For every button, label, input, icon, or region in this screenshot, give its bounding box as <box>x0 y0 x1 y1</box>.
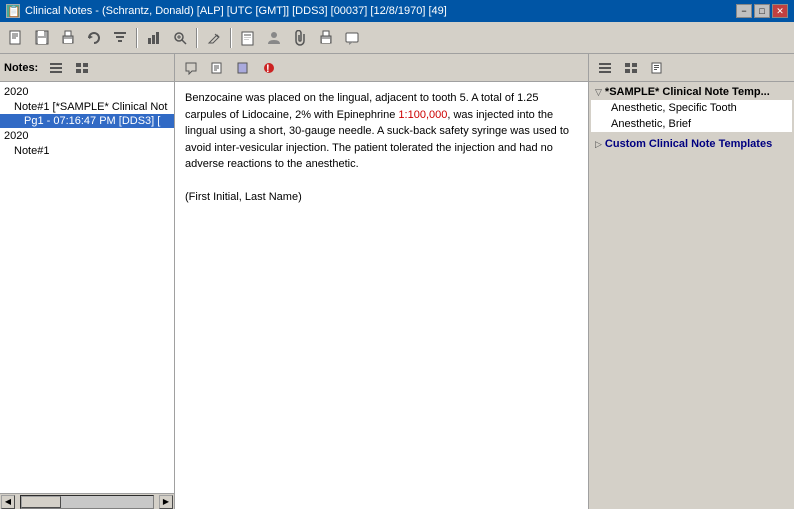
right-toolbar <box>589 54 794 82</box>
left-panel: Notes: 2020 Note#1 [*SAMPLE* Clinical No… <box>0 54 175 509</box>
mid-btn1[interactable] <box>179 56 203 80</box>
toolbar-sep2 <box>196 28 198 48</box>
scrollbar-thumb[interactable] <box>21 496 61 508</box>
titlebar-controls: − □ ✕ <box>736 4 788 18</box>
left-view-btn2[interactable] <box>70 56 94 80</box>
chart-button[interactable] <box>142 26 166 50</box>
mid-btn2[interactable] <box>205 56 229 80</box>
notes-tree: 2020 Note#1 [*SAMPLE* Clinical Not Pg1 -… <box>0 82 174 160</box>
note1-plain[interactable]: Note#1 <box>0 144 174 158</box>
mid-btn4[interactable]: ! <box>257 56 281 80</box>
custom-templates-header[interactable]: ▷ Custom Clinical Note Templates <box>591 136 792 152</box>
left-scrollbar: ◀ ▶ <box>0 493 174 509</box>
year-2020-first[interactable]: 2020 <box>0 84 174 100</box>
scrollbar-track[interactable] <box>20 495 154 509</box>
print-button[interactable] <box>56 26 80 50</box>
custom-templates-group: ▷ Custom Clinical Note Templates <box>591 136 792 152</box>
template-anesthetic-brief[interactable]: Anesthetic, Brief <box>591 116 792 132</box>
attach-button[interactable] <box>288 26 312 50</box>
app-icon: 📋 <box>6 4 20 18</box>
edit-button[interactable] <box>202 26 226 50</box>
toolbar-sep1 <box>136 28 138 48</box>
left-content: 2020 Note#1 [*SAMPLE* Clinical Not Pg1 -… <box>0 82 174 493</box>
sample-templates-label: *SAMPLE* Clinical Note Temp... <box>605 86 770 98</box>
minimize-button[interactable]: − <box>736 4 752 18</box>
epinephrine-value: 1:100,000 <box>398 109 447 121</box>
note-content: Benzocaine was placed on the lingual, ad… <box>175 82 588 509</box>
patient-button[interactable] <box>262 26 286 50</box>
zoom-button[interactable] <box>168 26 192 50</box>
titlebar: 📋 Clinical Notes - (Schrantz, Donald) [A… <box>0 0 794 22</box>
notes-label: Notes: <box>4 62 38 74</box>
scroll-left-btn[interactable]: ◀ <box>1 495 15 509</box>
right-content: ▽ *SAMPLE* Clinical Note Temp... Anesthe… <box>589 82 794 509</box>
year-2020-second[interactable]: 2020 <box>0 128 174 144</box>
left-view-btn1[interactable] <box>44 56 68 80</box>
right-btn2[interactable] <box>619 56 643 80</box>
refresh-button[interactable] <box>82 26 106 50</box>
note-paragraph-1: Benzocaine was placed on the lingual, ad… <box>185 90 578 173</box>
template-button[interactable] <box>236 26 260 50</box>
left-toolbar: Notes: <box>0 54 174 82</box>
save-button[interactable] <box>30 26 54 50</box>
svg-text:!: ! <box>266 63 270 75</box>
right-btn1[interactable] <box>593 56 617 80</box>
right-btn3[interactable] <box>645 56 669 80</box>
titlebar-left: 📋 Clinical Notes - (Schrantz, Donald) [A… <box>6 4 447 18</box>
note1-sample[interactable]: Note#1 [*SAMPLE* Clinical Not <box>0 100 174 114</box>
sample-templates-group: ▽ *SAMPLE* Clinical Note Temp... Anesthe… <box>591 84 792 132</box>
template-anesthetic-specific[interactable]: Anesthetic, Specific Tooth <box>591 100 792 116</box>
mid-btn3[interactable] <box>231 56 255 80</box>
expand-icon-custom: ▷ <box>595 139 602 150</box>
print2-button[interactable] <box>314 26 338 50</box>
note1-page1[interactable]: Pg1 - 07:16:47 PM [DDS3] [ <box>0 114 174 128</box>
custom-templates-label: Custom Clinical Note Templates <box>605 138 772 150</box>
titlebar-title: Clinical Notes - (Schrantz, Donald) [ALP… <box>25 5 447 17</box>
close-button[interactable]: ✕ <box>772 4 788 18</box>
main-toolbar <box>0 22 794 54</box>
expand-icon-sample: ▽ <box>595 87 602 98</box>
main-container: Notes: 2020 Note#1 [*SAMPLE* Clinical No… <box>0 54 794 509</box>
toolbar-sep3 <box>230 28 232 48</box>
new-note-button[interactable] <box>4 26 28 50</box>
middle-toolbar: ! <box>175 54 588 82</box>
maximize-button[interactable]: □ <box>754 4 770 18</box>
sample-templates-header[interactable]: ▽ *SAMPLE* Clinical Note Temp... <box>591 84 792 100</box>
right-panel: ▽ *SAMPLE* Clinical Note Temp... Anesthe… <box>589 54 794 509</box>
message-button[interactable] <box>340 26 364 50</box>
note-paragraph-2: (First Initial, Last Name) <box>185 189 578 206</box>
filter-button[interactable] <box>108 26 132 50</box>
scroll-right-btn[interactable]: ▶ <box>159 495 173 509</box>
middle-panel: ! Benzocaine was placed on the lingual, … <box>175 54 589 509</box>
